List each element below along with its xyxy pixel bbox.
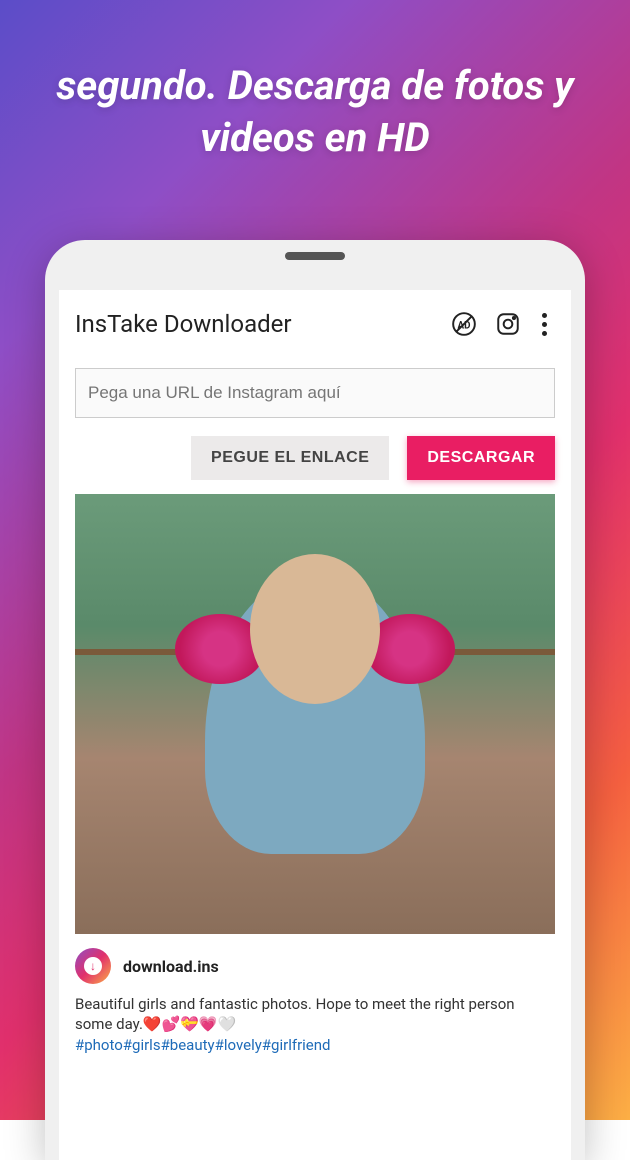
url-input-container	[59, 350, 571, 430]
url-input[interactable]	[75, 368, 555, 418]
post-meta-row: download.ins	[59, 934, 571, 990]
instagram-icon[interactable]	[490, 306, 526, 342]
download-arrow-icon	[84, 957, 102, 975]
promo-headline: segundo. Descarga de fotos y videos en H…	[0, 60, 630, 164]
app-screen: InsTake Downloader AD	[59, 290, 571, 1160]
app-header: InsTake Downloader AD	[59, 290, 571, 350]
app-title: InsTake Downloader	[75, 310, 438, 338]
caption-emoji: ❤️💕💝💗🤍	[143, 1015, 236, 1033]
flower-decoration	[175, 614, 265, 684]
flower-decoration	[365, 614, 455, 684]
phone-notch	[285, 252, 345, 260]
download-button[interactable]: DESCARGAR	[407, 436, 555, 480]
avatar[interactable]	[75, 948, 111, 984]
button-row: PEGUE EL ENLACE DESCARGAR	[59, 430, 571, 494]
caption-hashtags[interactable]: #photo#girls#beauty#lovely#girlfriend	[75, 1036, 331, 1054]
caption-text: Beautiful girls and fantastic photos. Ho…	[75, 995, 515, 1033]
post-image-preview[interactable]	[75, 494, 555, 934]
post-username[interactable]: download.ins	[123, 957, 219, 976]
no-ads-icon[interactable]: AD	[446, 306, 482, 342]
paste-link-button[interactable]: PEGUE EL ENLACE	[191, 436, 389, 480]
more-icon[interactable]	[534, 313, 555, 336]
post-caption: Beautiful girls and fantastic photos. Ho…	[59, 990, 571, 1055]
phone-frame: InsTake Downloader AD	[45, 240, 585, 1160]
